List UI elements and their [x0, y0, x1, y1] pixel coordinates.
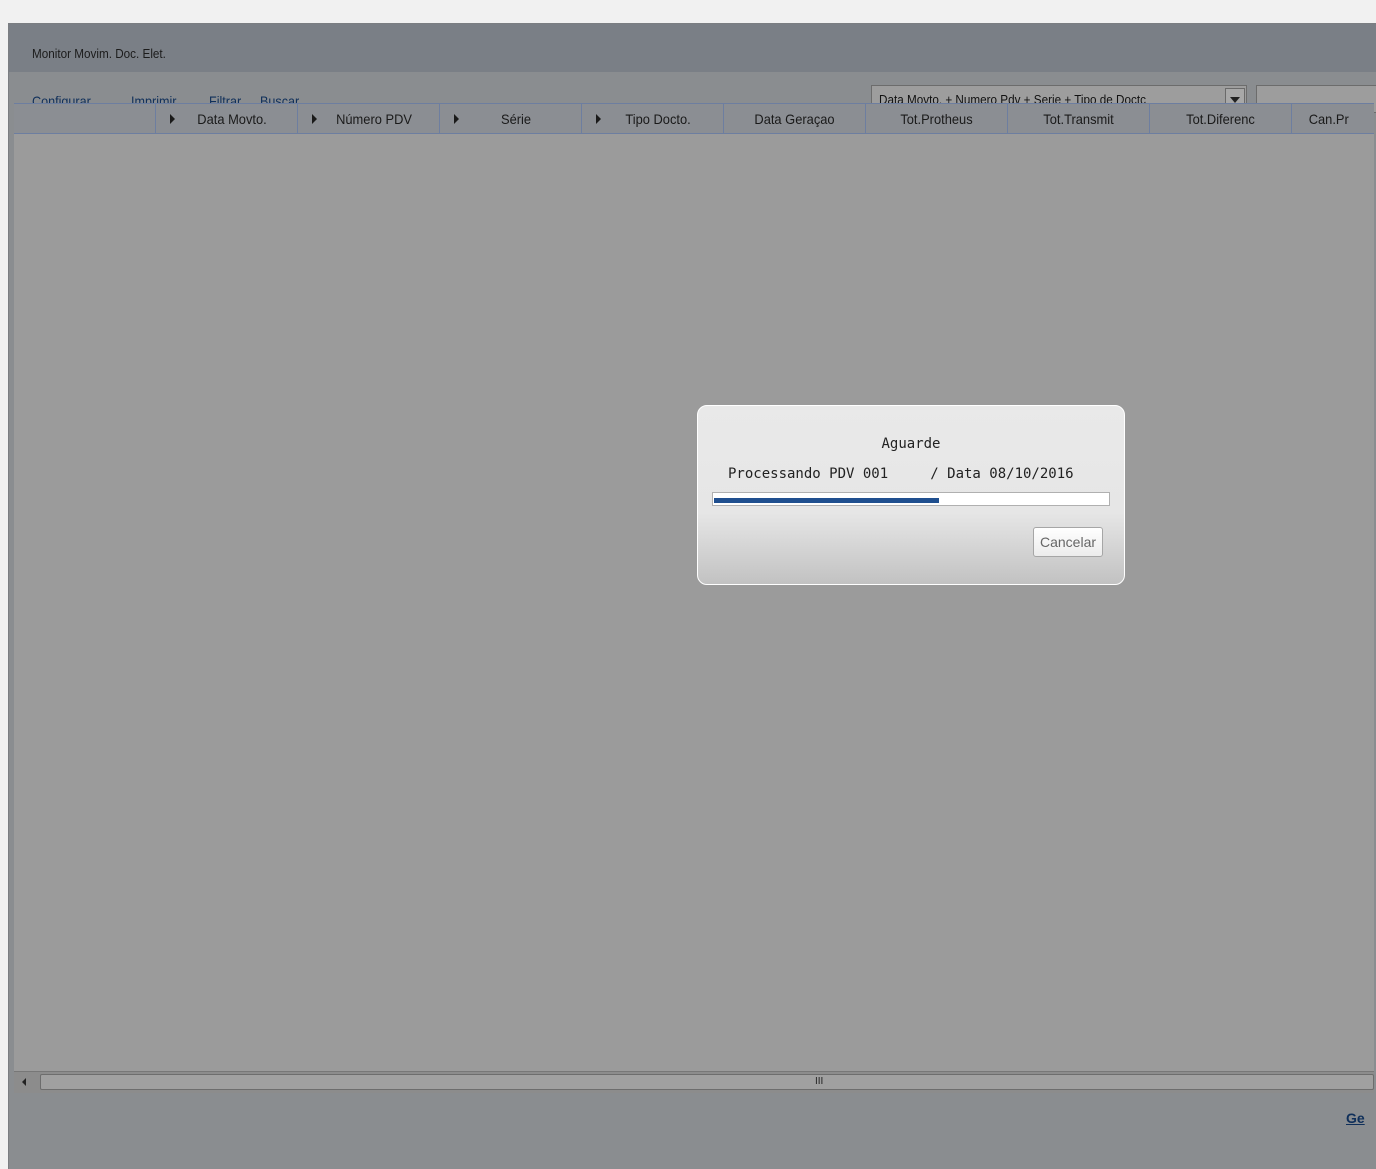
column-header-can-pr[interactable]: Can.Pr	[1292, 104, 1374, 133]
scroll-left-icon[interactable]	[14, 1072, 36, 1093]
dialog-title: Aguarde	[881, 436, 941, 452]
column-header-data-movto[interactable]: Data Movto.	[156, 104, 298, 133]
horizontal-scrollbar[interactable]: III	[14, 1071, 1374, 1093]
progress-bar	[712, 492, 1110, 506]
column-header-select[interactable]	[14, 104, 156, 133]
scrollbar-thumb[interactable]: III	[40, 1074, 1374, 1090]
dialog-message: Processando PDV 001 / Data 08/10/2016	[728, 466, 1074, 482]
cancel-button[interactable]: Cancelar	[1033, 527, 1103, 557]
column-header-tot-transmit[interactable]: Tot.Transmit	[1008, 104, 1150, 133]
column-header-tot-protheus[interactable]: Tot.Protheus	[866, 104, 1008, 133]
column-header-serie[interactable]: Série	[440, 104, 582, 133]
bottom-bar: Ge	[14, 1096, 1374, 1146]
grid-body[interactable]	[14, 134, 1374, 1071]
column-header-tot-diferenc[interactable]: Tot.Diferenc	[1150, 104, 1292, 133]
grid-header: Data Movto. Número PDV Série Tipo Docto.…	[14, 103, 1374, 134]
progress-dialog: Aguarde Processando PDV 001 / Data 08/10…	[697, 405, 1125, 585]
progress-bar-fill	[714, 498, 939, 503]
title-bar: Monitor Movim. Doc. Elet.	[9, 24, 1376, 72]
column-header-tipo-docto[interactable]: Tipo Docto.	[582, 104, 724, 133]
column-header-numero-pdv[interactable]: Número PDV	[298, 104, 440, 133]
column-header-data-geracao[interactable]: Data Geraçao	[724, 104, 866, 133]
grip-icon: III	[815, 1076, 824, 1087]
window-title: Monitor Movim. Doc. Elet.	[32, 46, 166, 61]
bottom-action-link[interactable]: Ge	[1346, 1110, 1365, 1126]
